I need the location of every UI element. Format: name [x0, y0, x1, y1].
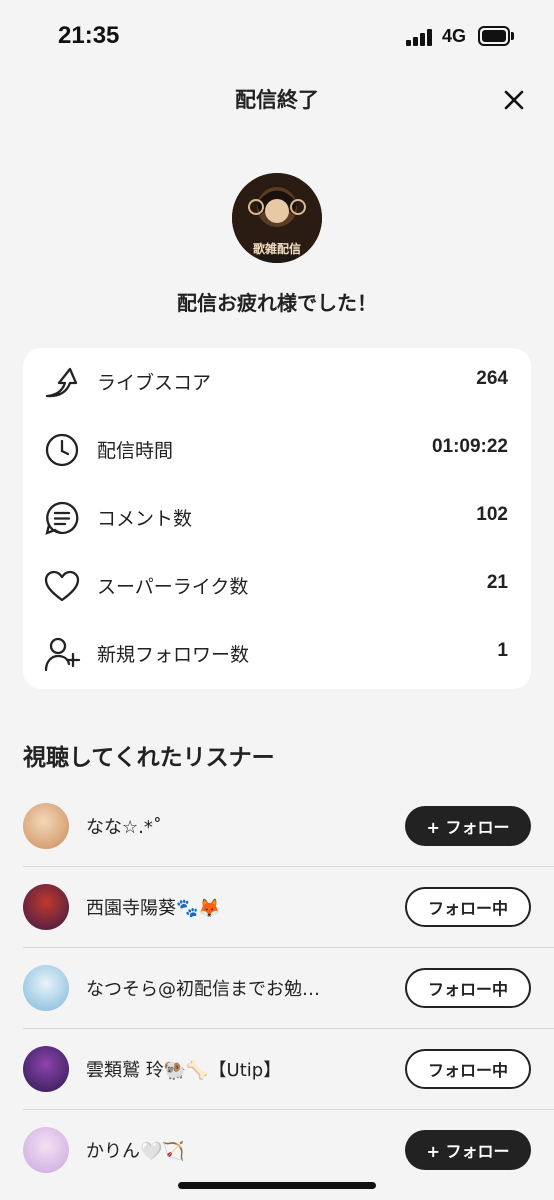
stat-row-superlikes: スーパーライク数 21 — [23, 552, 531, 620]
stat-value: 01:09:22 — [431, 436, 508, 457]
stat-label: ライブスコア — [97, 372, 212, 394]
listeners-section-title: 視聴してくれたリスナー — [23, 745, 275, 771]
listener-name[interactable]: かりん🤍🏹 — [86, 1137, 386, 1163]
avatar-title-text: 歌雑配信 — [253, 241, 301, 256]
status-bar: 21:35 4G — [0, 0, 554, 76]
avatar[interactable] — [23, 803, 69, 849]
stat-row-comments: コメント数 102 — [23, 484, 531, 552]
avatar[interactable] — [23, 1127, 69, 1173]
home-indicator[interactable] — [178, 1182, 376, 1189]
stat-value: 264 — [476, 368, 508, 389]
stat-row-stream-time: 配信時間 01:09:22 — [23, 416, 531, 484]
stat-value: 102 — [476, 504, 508, 525]
list-item[interactable]: かりん🤍🏹 + フォロー — [0, 1110, 554, 1191]
comment-icon — [45, 501, 79, 535]
listener-name[interactable]: なな☆.*˚ — [86, 813, 386, 839]
list-item[interactable]: 西園寺陽葵🐾🦊 フォロー中 — [0, 867, 554, 948]
battery-icon — [478, 26, 514, 46]
stat-row-live-score: ライブスコア 264 — [23, 348, 531, 416]
following-button[interactable]: フォロー中 — [405, 887, 531, 927]
follow-button[interactable]: + フォロー — [405, 1130, 531, 1170]
list-item[interactable]: なつそら@初配信までお勉… フォロー中 — [0, 948, 554, 1029]
listener-name[interactable]: 雲類鷲 玲🐏🦴【Utip】 — [86, 1056, 386, 1082]
avatar[interactable] — [23, 884, 69, 930]
stat-row-new-followers: 新規フォロワー数 1 — [23, 620, 531, 688]
arrow-score-icon — [45, 367, 78, 398]
stat-label: スーパーライク数 — [97, 576, 249, 598]
stat-label: コメント数 — [97, 508, 193, 530]
stat-label: 新規フォロワー数 — [97, 644, 250, 666]
close-button[interactable] — [498, 84, 530, 116]
completion-message: 配信お疲れ様でした！ — [177, 291, 377, 315]
signal-icon — [406, 28, 434, 46]
stat-label: 配信時間 — [97, 440, 174, 462]
listener-name[interactable]: なつそら@初配信までお勉… — [86, 975, 386, 1001]
list-item[interactable]: 雲類鷲 玲🐏🦴【Utip】 フォロー中 — [0, 1029, 554, 1110]
stats-card: ライブスコア 264 配信時間 01:09:22 コメント数 102 スーパーラ… — [23, 348, 531, 689]
follow-button[interactable]: + フォロー — [405, 806, 531, 846]
following-button[interactable]: フォロー中 — [405, 1049, 531, 1089]
network-label: 4G — [442, 26, 467, 46]
add-user-icon — [44, 637, 81, 672]
status-time: 21:35 — [58, 22, 120, 49]
close-icon — [504, 90, 524, 110]
streamer-avatar: 歌雑配信 — [232, 173, 322, 263]
stat-value: 1 — [497, 640, 508, 661]
heart-icon — [44, 570, 80, 602]
listener-name[interactable]: 西園寺陽葵🐾🦊 — [86, 894, 386, 920]
avatar[interactable] — [23, 1046, 69, 1092]
list-item[interactable]: なな☆.*˚ + フォロー — [0, 786, 554, 867]
live-end-screen: 21:35 4G 配信終了 歌雑配信 配信お疲れ様でした！ ライブスコア 264… — [0, 0, 554, 1200]
avatar[interactable] — [23, 965, 69, 1011]
clock-icon — [45, 433, 79, 467]
following-button[interactable]: フォロー中 — [405, 968, 531, 1008]
page-title: 配信終了 — [235, 88, 319, 112]
stat-value: 21 — [486, 572, 508, 593]
